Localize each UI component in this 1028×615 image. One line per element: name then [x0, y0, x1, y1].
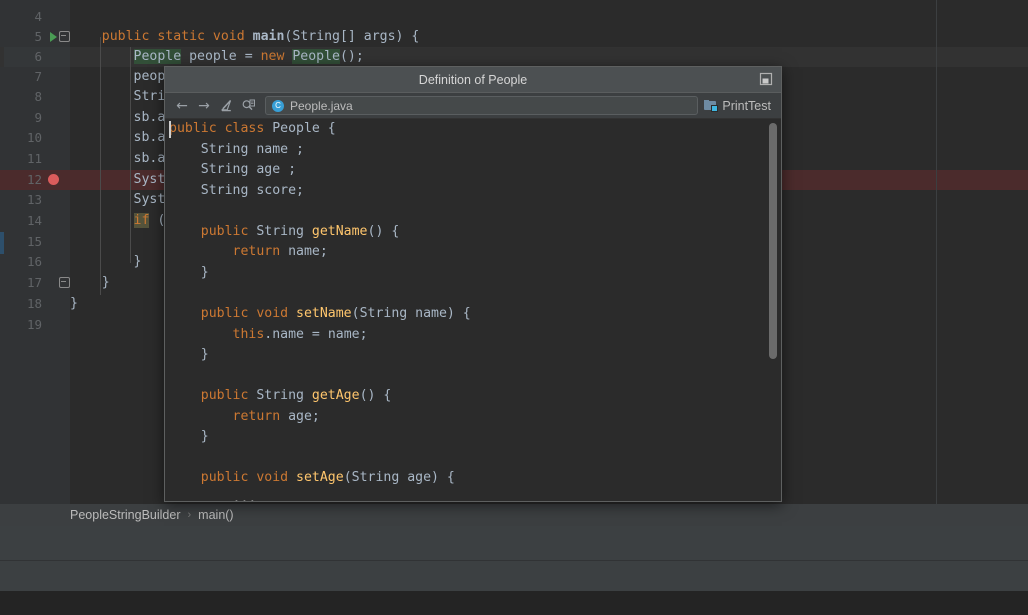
line-number: 15: [0, 232, 42, 252]
line-number: 16: [0, 252, 42, 272]
definition-popup[interactable]: Definition of People ← →: [164, 66, 782, 502]
popup-code-line: this.name = name;: [169, 325, 368, 345]
breadcrumb-method[interactable]: main(): [198, 508, 233, 522]
code-line-text: if (": [70, 211, 173, 231]
popup-code-line: public void setAge(String age) {: [169, 468, 455, 488]
bottom-status-strip: [0, 591, 1028, 615]
editor-line[interactable]: 6 People people = new People();: [0, 47, 1028, 67]
file-tab-chip[interactable]: C People.java: [265, 96, 698, 115]
editor-line[interactable]: 5 public static void main(String[] args)…: [0, 27, 1028, 47]
file-name-label: People.java: [290, 99, 353, 113]
find-usages-icon[interactable]: [237, 96, 259, 116]
indent-guide: [130, 47, 131, 263]
code-line-text: sb.ap: [70, 108, 173, 128]
module-icon: [704, 100, 717, 111]
popup-code-line: }: [169, 345, 209, 365]
code-line-text: }: [70, 273, 110, 293]
line-number: 9: [0, 108, 42, 128]
line-number: 5: [0, 27, 42, 47]
popup-toolbar[interactable]: ← → C People.java: [165, 93, 781, 119]
line-number: 4: [0, 7, 42, 27]
line-number: 18: [0, 294, 42, 314]
code-line-text: sb.ap: [70, 128, 173, 148]
back-icon[interactable]: ←: [171, 96, 193, 116]
code-line-text: }: [70, 294, 78, 314]
popup-code-line: return age;: [169, 407, 320, 427]
breakpoint-icon[interactable]: [46, 170, 60, 190]
code-line-text: peopl: [70, 67, 173, 87]
java-class-icon: C: [272, 100, 284, 112]
popup-code-line: String score;: [169, 181, 304, 201]
line-number: 8: [0, 87, 42, 107]
module-name-label: PrintTest: [722, 99, 771, 113]
popup-code-line: return name;: [169, 242, 328, 262]
breadcrumb-class[interactable]: PeopleStringBuilder: [70, 508, 181, 522]
code-fold-icon[interactable]: [58, 27, 70, 47]
bottom-panel-lower[interactable]: [0, 561, 1028, 591]
popup-code-line: public String getAge() {: [169, 386, 391, 406]
open-in-window-icon[interactable]: [759, 72, 773, 86]
code-line-text: Syste: [70, 190, 173, 210]
popup-scrollbar-track[interactable]: [770, 119, 779, 502]
line-number: 14: [0, 211, 42, 231]
line-number: 17: [0, 273, 42, 293]
editor-line[interactable]: [0, 0, 1028, 6]
popup-code-line: String age ;: [169, 160, 296, 180]
popup-code-line: public void setName(String name) {: [169, 304, 471, 324]
popup-code-line: String name ;: [169, 140, 304, 160]
popup-code-line: }: [169, 427, 209, 447]
line-number: 11: [0, 149, 42, 169]
popup-scrollbar-thumb[interactable]: [769, 123, 777, 359]
code-fold-icon[interactable]: [58, 273, 70, 293]
bottom-panel-upper[interactable]: [0, 526, 1028, 561]
line-number: 10: [0, 128, 42, 148]
module-chip[interactable]: PrintTest: [704, 99, 775, 113]
breadcrumb[interactable]: PeopleStringBuilder › main(): [0, 504, 1028, 526]
popup-code-line: public String getName() {: [169, 222, 399, 242]
forward-icon[interactable]: →: [193, 96, 215, 116]
code-line-text: Syste: [70, 170, 173, 190]
popup-text-caret: [169, 121, 171, 138]
line-number: 12: [0, 170, 42, 190]
popup-code-line: ...: [169, 489, 256, 502]
code-line-text: Strin: [70, 87, 173, 107]
popup-code-line: public class People {: [169, 119, 336, 139]
line-number: 13: [0, 190, 42, 210]
line-number: 7: [0, 67, 42, 87]
ide-window: 45 public static void main(String[] args…: [0, 0, 1028, 615]
line-number: 19: [0, 315, 42, 335]
line-number: 6: [0, 47, 42, 67]
right-margin-guide: [936, 0, 937, 504]
breadcrumb-separator-icon: ›: [188, 509, 192, 521]
indent-guide: [100, 37, 101, 295]
code-line-text: public static void main(String[] args) {: [70, 27, 419, 47]
code-line-text: sb.ap: [70, 149, 173, 169]
code-line-text: People people = new People();: [70, 47, 364, 67]
pencil-icon[interactable]: [215, 96, 237, 116]
popup-code-line: }: [169, 263, 209, 283]
popup-title-text: Definition of People: [419, 73, 527, 87]
popup-title-bar[interactable]: Definition of People: [165, 67, 781, 93]
popup-code-area[interactable]: public class People { String name ; Stri…: [165, 119, 781, 502]
editor-line[interactable]: 4: [0, 7, 1028, 27]
